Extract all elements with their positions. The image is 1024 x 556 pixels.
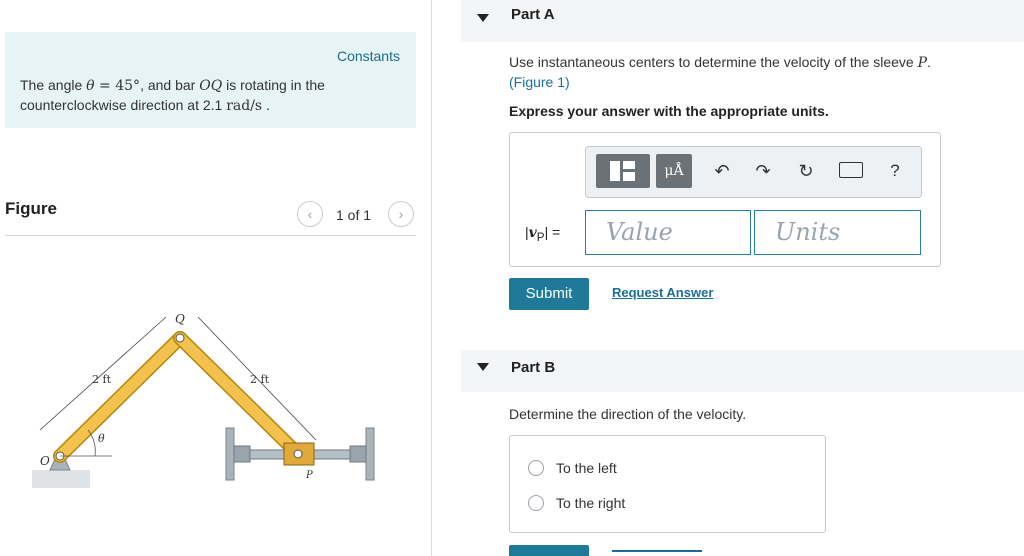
constants-box: Constants The angle θ = 45°, and bar OQ … [5,32,416,128]
request-answer-link[interactable]: Request Answer [612,285,713,300]
units-input[interactable]: Units [754,210,921,255]
radio-button[interactable] [528,495,544,511]
answer-label: |vP| = [525,224,561,244]
part-a-instruction: Express your answer with the appropriate… [509,103,829,119]
help-button[interactable]: ? [884,160,906,182]
radio-button[interactable] [528,460,544,476]
mechanism-figure: Q O θ P 2 ft 2 ft [32,312,375,488]
label-theta: θ [98,432,105,445]
part-b-title: Part B [511,359,556,376]
figure-link[interactable]: (Figure 1) [509,74,570,90]
redo-icon[interactable]: ↷ [752,160,774,182]
label-P: P [305,470,313,481]
right-wall [365,427,375,481]
templates-icon[interactable] [596,154,650,188]
part-b-header[interactable]: Part B [461,350,1024,392]
part-a-header[interactable]: Part A [461,0,1024,42]
units-button[interactable]: μÅ [656,154,692,188]
chevron-left-icon[interactable]: ‹ [297,201,323,227]
option-label: To the left [556,460,617,476]
figure-label: Figure [5,199,57,218]
right-panel: Part A Use instantaneous centers to dete… [433,0,1024,556]
caret-down-icon[interactable] [477,14,489,22]
chevron-right-icon[interactable]: › [388,201,414,227]
figure-divider [5,235,416,236]
label-O: O [40,454,50,468]
left-wall [225,427,235,481]
ground-base [32,470,90,488]
undo-icon[interactable]: ↶ [711,160,733,182]
choice-box: To the left To the right [509,435,826,533]
label-Q: Q [175,312,185,326]
part-b-request-link[interactable] [612,550,702,552]
left-panel: Constants The angle θ = 45°, and bar OQ … [0,0,432,556]
submit-button[interactable]: Submit [509,278,589,310]
value-input[interactable]: Value [585,210,751,255]
part-b-question: Determine the direction of the velocity. [509,406,747,422]
part-b-submit-button[interactable] [509,545,589,556]
label-len-right: 2 ft [250,373,270,386]
constants-title[interactable]: Constants [337,48,400,64]
part-a-title: Part A [511,6,555,23]
caret-down-icon[interactable] [477,363,489,371]
reset-icon[interactable]: ↻ [795,160,817,182]
constants-text: The angle θ = 45°, and bar OQ is rotatin… [20,77,325,114]
label-len-left: 2 ft [92,373,112,386]
answer-box: μÅ ↶ ↷ ↻ ? |vP| = Value Units [509,132,941,267]
part-a-question: Use instantaneous centers to determine t… [509,54,931,90]
keyboard-icon[interactable] [839,162,863,178]
option-label: To the right [556,495,626,511]
math-toolbar: μÅ ↶ ↷ ↻ ? [585,146,922,198]
figure-pager: 1 of 1 [336,207,372,223]
